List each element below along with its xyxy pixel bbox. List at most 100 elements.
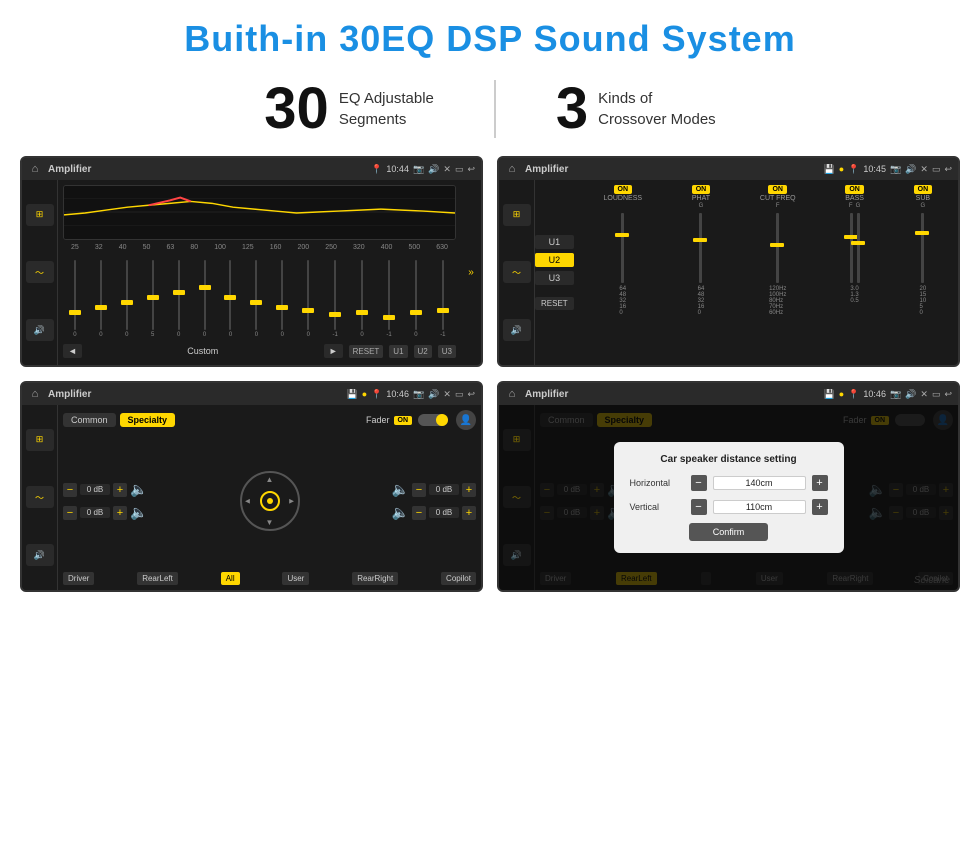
sp-joystick[interactable]: ▲ ▼ ◄ ► <box>235 466 305 536</box>
sp-copilot-btn[interactable]: Copilot <box>441 572 476 585</box>
sp-back-icon[interactable]: ↩ <box>467 389 475 400</box>
dialog-confirm: Confirm <box>630 523 828 541</box>
eq-sidebar-btn-2[interactable]: 〜 <box>26 261 54 283</box>
dialog-confirm-btn[interactable]: Confirm <box>689 523 769 541</box>
sp-right-channels: 🔈 − 0 dB + 🔈 − 0 dB + <box>392 481 476 521</box>
eq-scroll-right[interactable]: » <box>468 267 474 278</box>
eq-sidebar-btn-1[interactable]: ⊞ <box>26 204 54 226</box>
spd-back-icon[interactable]: ↩ <box>944 389 952 400</box>
eq-slider-8[interactable]: 0 <box>281 260 284 340</box>
minimize-icon[interactable]: ▭ <box>455 164 464 175</box>
xo-sidebar-btn-3[interactable]: 🔊 <box>503 319 531 341</box>
dialog-horizontal-label: Horizontal <box>630 478 685 488</box>
sp-close-icon[interactable]: ✕ <box>443 389 451 400</box>
sp-fader-on[interactable]: ON <box>394 416 413 425</box>
xo-sub-slider <box>921 213 924 283</box>
sp-ch4-plus[interactable]: + <box>462 506 476 520</box>
close-icon[interactable]: ✕ <box>443 164 451 175</box>
sp-main: Common Specialty Fader ON 👤 − 0 dB <box>58 405 481 590</box>
eq-slider-7[interactable]: 0 <box>255 260 258 340</box>
screen-spd-topbar: ⌂ Amplifier 💾 ● 📍 10:46 📷 🔊 ✕ ▭ ↩ <box>499 383 958 405</box>
xo-reset-btn[interactable]: RESET <box>535 297 574 310</box>
sp-sidebar-btn-2[interactable]: 〜 <box>26 486 54 508</box>
sp-driver-btn[interactable]: Driver <box>63 572 94 585</box>
dialog-h-plus[interactable]: + <box>812 475 828 491</box>
eq-slider-2[interactable]: 0 <box>125 260 128 340</box>
xo-sidebar-btn-2[interactable]: 〜 <box>503 261 531 283</box>
xo-vol-icon[interactable]: 🔊 <box>905 164 916 175</box>
sp-tab-specialty[interactable]: Specialty <box>120 413 176 427</box>
xo-sub-labels: 20151050 <box>920 286 927 316</box>
stat-block-eq: 30 EQ Adjustable Segments <box>204 80 496 138</box>
xo-loudness-label: LOUDNESS <box>604 195 643 202</box>
spd-min-icon[interactable]: ▭ <box>932 389 941 400</box>
dialog-v-minus[interactable]: − <box>691 499 707 515</box>
sp-ch2-plus[interactable]: + <box>113 506 127 520</box>
sp-rear-left-btn[interactable]: RearLeft <box>137 572 178 585</box>
eq-slider-11[interactable]: 0 <box>360 260 363 340</box>
eq-reset-btn[interactable]: RESET <box>349 345 384 358</box>
xo-min-icon[interactable]: ▭ <box>932 164 941 175</box>
screens-grid: ⌂ Amplifier 📍 10:44 📷 🔊 ✕ ▭ ↩ ⊞ 〜 🔊 <box>0 156 980 612</box>
eq-slider-4[interactable]: 0 <box>177 260 180 340</box>
sp-user-btn[interactable]: User <box>282 572 309 585</box>
sp-ch3-minus[interactable]: − <box>412 483 426 497</box>
back-icon[interactable]: ↩ <box>467 164 475 175</box>
volume-icon[interactable]: 🔊 <box>428 164 439 175</box>
sp-ch1-minus[interactable]: − <box>63 483 77 497</box>
time-eq: 10:44 <box>386 164 409 174</box>
xo-sub-on[interactable]: ON <box>914 185 933 194</box>
sp-sidebar-btn-3[interactable]: 🔊 <box>26 544 54 566</box>
sp-ch2-minus[interactable]: − <box>63 506 77 520</box>
eq-slider-1[interactable]: 0 <box>99 260 102 340</box>
xo-close-icon[interactable]: ✕ <box>920 164 928 175</box>
sp-ch4-minus[interactable]: − <box>412 506 426 520</box>
eq-slider-14[interactable]: -1 <box>440 260 445 340</box>
sp-zone-row: Driver RearLeft All User RearRight Copil… <box>63 572 476 585</box>
eq-sidebar-btn-3[interactable]: 🔊 <box>26 319 54 341</box>
home-icon[interactable]: ⌂ <box>28 162 42 176</box>
dialog-h-minus[interactable]: − <box>691 475 707 491</box>
spd-close-icon[interactable]: ✕ <box>920 389 928 400</box>
spd-home-icon[interactable]: ⌂ <box>505 387 519 401</box>
eq-slider-9[interactable]: 0 <box>307 260 310 340</box>
sp-user-icon[interactable]: 👤 <box>456 410 476 430</box>
xo-u1-btn[interactable]: U1 <box>535 235 574 249</box>
dialog-v-plus[interactable]: + <box>812 499 828 515</box>
eq-next-btn[interactable]: ► <box>324 344 343 358</box>
eq-slider-0[interactable]: 0 <box>73 260 76 340</box>
xo-u3-btn[interactable]: U3 <box>535 271 574 285</box>
eq-slider-12[interactable]: -1 <box>386 260 391 340</box>
sp-min-icon[interactable]: ▭ <box>455 389 464 400</box>
eq-u3-btn[interactable]: U3 <box>438 345 456 358</box>
xo-phat-on[interactable]: ON <box>692 185 711 194</box>
xo-u2-btn[interactable]: U2 <box>535 253 574 267</box>
spd-vol-icon[interactable]: 🔊 <box>905 389 916 400</box>
sp-all-btn[interactable]: All <box>221 572 240 585</box>
eq-slider-3[interactable]: 5 <box>151 260 154 340</box>
xo-back-icon[interactable]: ↩ <box>944 164 952 175</box>
xo-loudness-on[interactable]: ON <box>614 185 633 194</box>
sp-ch3-plus[interactable]: + <box>462 483 476 497</box>
sp-vol-icon[interactable]: 🔊 <box>428 389 439 400</box>
eq-slider-6[interactable]: 0 <box>229 260 232 340</box>
eq-slider-5[interactable]: 0 <box>203 260 206 340</box>
sp-tab-common[interactable]: Common <box>63 413 116 427</box>
xo-sidebar-btn-1[interactable]: ⊞ <box>503 204 531 226</box>
xo-loudness-labels: 644832160 <box>619 286 626 316</box>
eq-u2-btn[interactable]: U2 <box>414 345 432 358</box>
stat-number-eq: 30 <box>264 80 329 138</box>
eq-prev-btn[interactable]: ◄ <box>63 344 82 358</box>
eq-slider-10[interactable]: -1 <box>333 260 338 340</box>
sp-sidebar-btn-1[interactable]: ⊞ <box>26 429 54 451</box>
eq-u1-btn[interactable]: U1 <box>389 345 407 358</box>
xo-bass-on[interactable]: ON <box>845 185 864 194</box>
xo-home-icon[interactable]: ⌂ <box>505 162 519 176</box>
sp-rear-right-btn[interactable]: RearRight <box>352 572 398 585</box>
sp-home-icon[interactable]: ⌂ <box>28 387 42 401</box>
screen-eq: ⌂ Amplifier 📍 10:44 📷 🔊 ✕ ▭ ↩ ⊞ 〜 🔊 <box>20 156 483 367</box>
stat-number-crossover: 3 <box>556 80 588 138</box>
xo-cutfreq-on[interactable]: ON <box>768 185 787 194</box>
eq-slider-13[interactable]: 0 <box>414 260 417 340</box>
sp-ch1-plus[interactable]: + <box>113 483 127 497</box>
